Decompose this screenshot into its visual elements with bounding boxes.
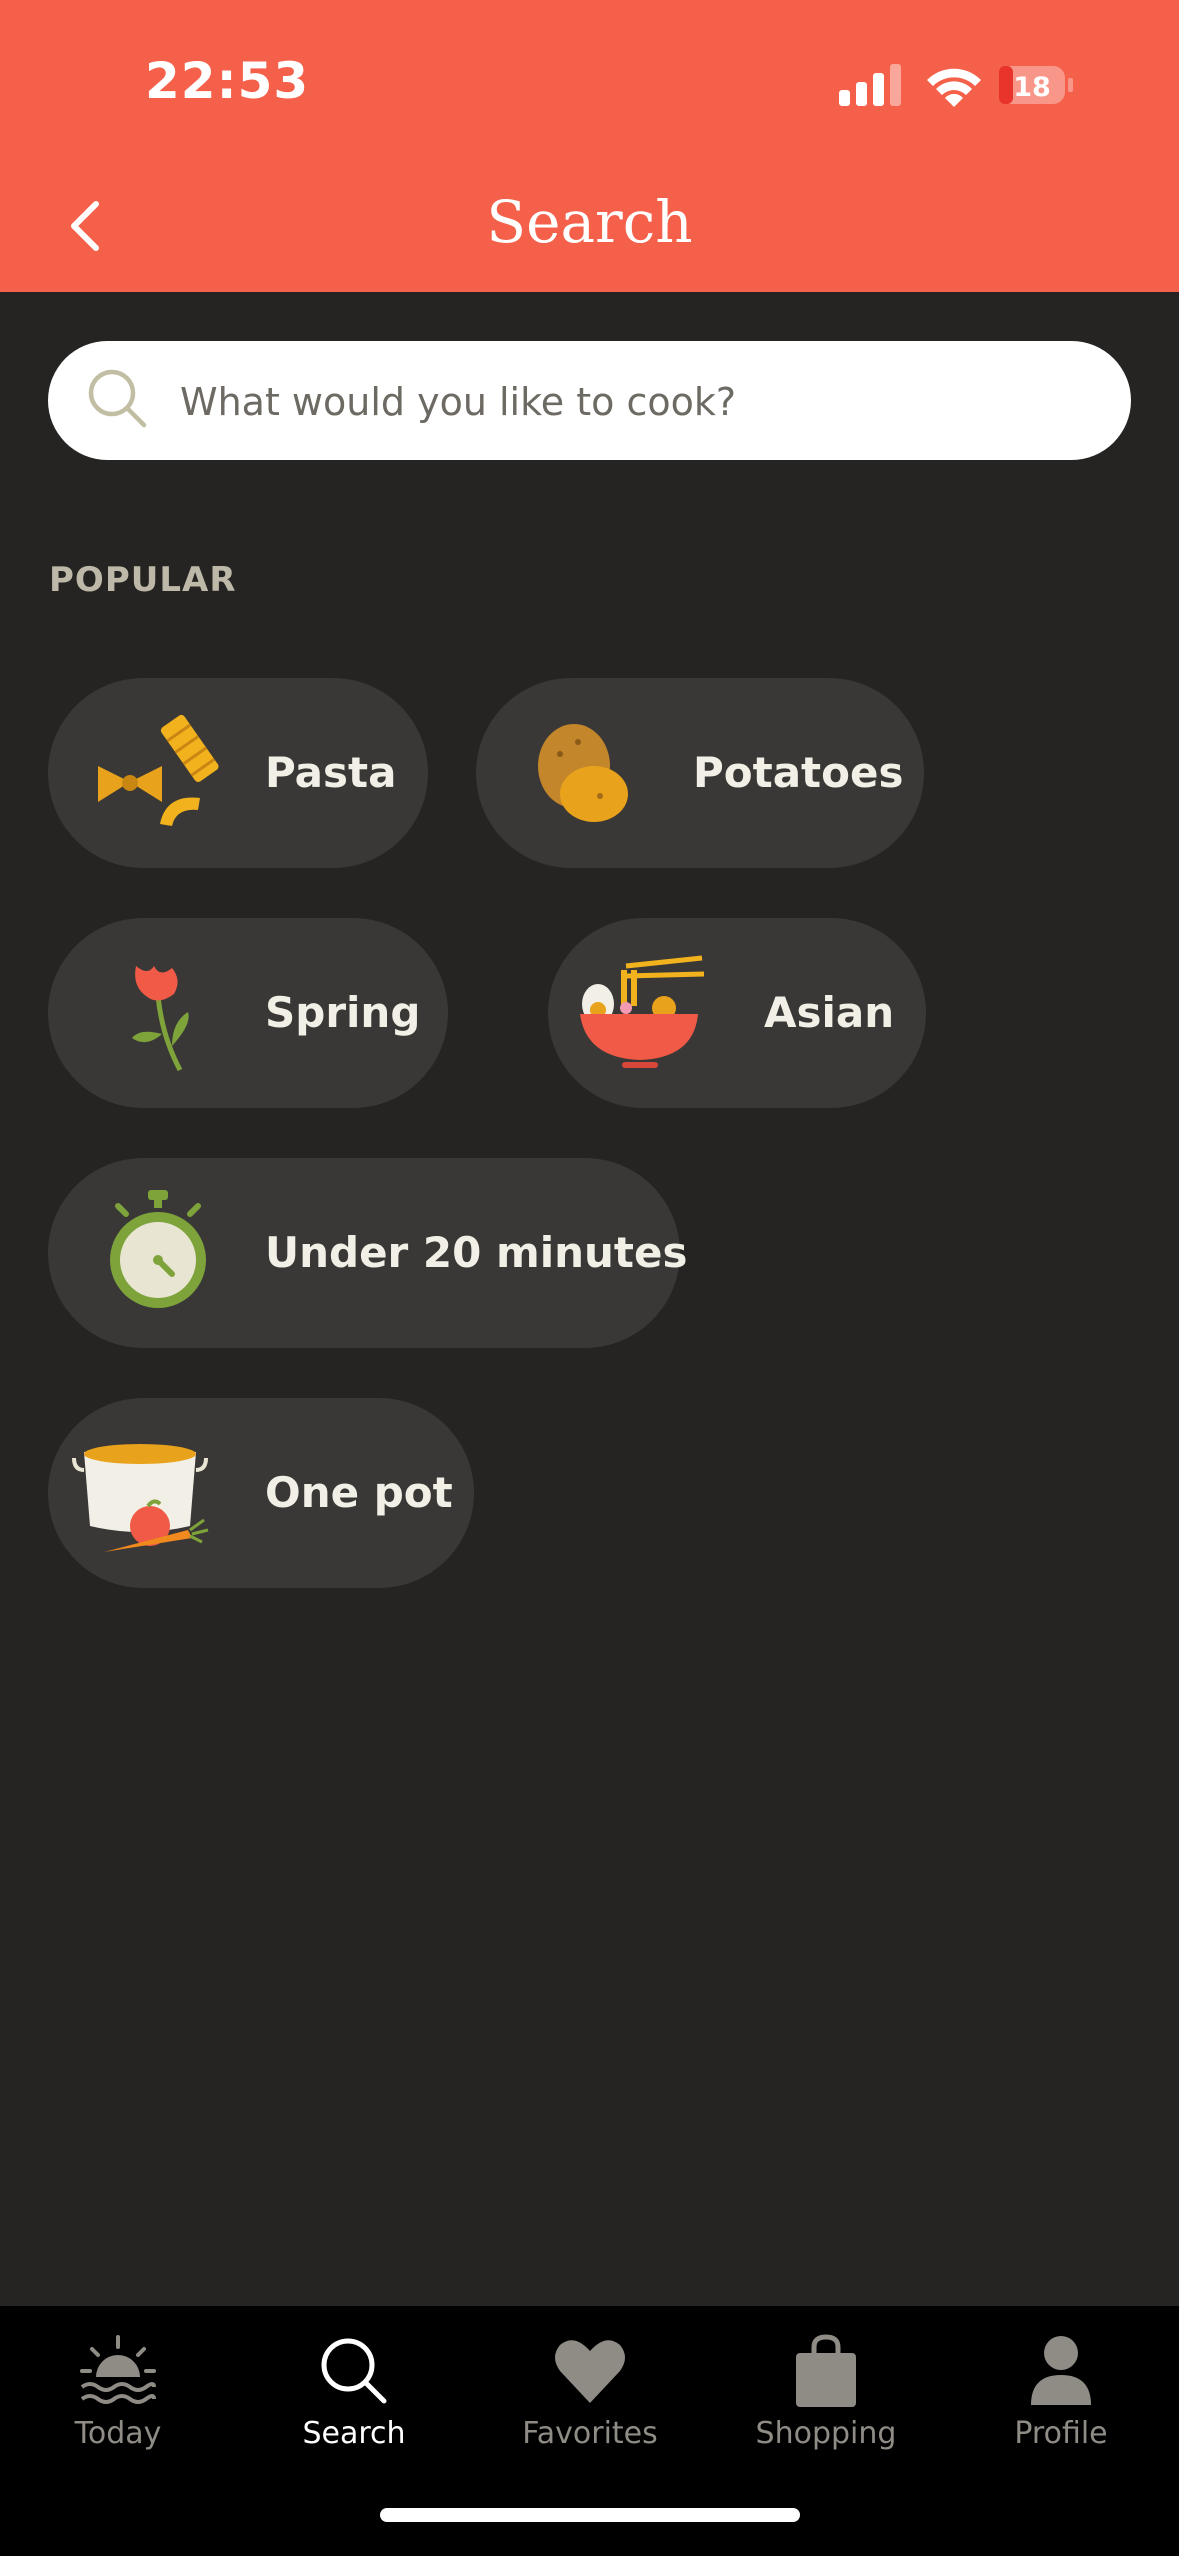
page-title: Search <box>486 188 693 256</box>
tab-label: Search <box>302 2416 406 2451</box>
chip-pasta[interactable]: Pasta <box>48 678 428 868</box>
home-indicator <box>380 2508 800 2522</box>
tab-search[interactable]: Search <box>236 2306 472 2476</box>
chip-label: Asian <box>764 988 895 1037</box>
chip-label: Pasta <box>265 748 397 797</box>
chip-label: Under 20 minutes <box>265 1228 688 1277</box>
chip-label: Potatoes <box>693 748 904 797</box>
tab-favorites[interactable]: Favorites <box>472 2306 708 2476</box>
chip-one-pot[interactable]: One pot <box>48 1398 474 1588</box>
tab-label: Today <box>74 2416 162 2451</box>
potato-icon <box>538 724 628 822</box>
tab-profile[interactable]: Profile <box>943 2306 1179 2476</box>
tab-shopping[interactable]: Shopping <box>708 2306 944 2476</box>
tab-label: Favorites <box>522 2416 658 2451</box>
battery-icon: 18 <box>999 66 1073 104</box>
chip-potatoes[interactable]: Potatoes <box>476 678 924 868</box>
tab-label: Profile <box>1014 2416 1108 2451</box>
search-bar[interactable] <box>48 341 1131 462</box>
battery-level: 18 <box>1013 72 1051 103</box>
chip-label: Spring <box>265 988 421 1037</box>
pot-icon <box>72 1444 209 1552</box>
noodle-bowl-icon <box>580 955 705 1068</box>
wifi-icon <box>927 68 981 107</box>
pasta-icon <box>98 714 219 826</box>
tab-label: Shopping <box>755 2416 897 2451</box>
heart-icon <box>555 2340 625 2403</box>
popular-section-label: POPULAR <box>49 560 237 600</box>
stopwatch-icon <box>110 1190 206 1308</box>
status-time: 22:53 <box>145 52 310 110</box>
search-input[interactable] <box>178 341 1082 462</box>
chip-under-20-minutes[interactable]: Under 20 minutes <box>48 1158 687 1348</box>
chip-label: One pot <box>265 1468 453 1517</box>
chip-spring[interactable]: Spring <box>48 918 448 1108</box>
person-icon <box>1031 2336 1091 2405</box>
shopping-bag-icon <box>796 2334 856 2407</box>
status-icons: 18 <box>839 64 1073 107</box>
search-icon <box>88 369 147 428</box>
search-icon <box>321 2338 387 2404</box>
flower-icon <box>132 966 189 1072</box>
cellular-signal-icon <box>839 64 901 106</box>
tab-today[interactable]: Today <box>0 2306 236 2476</box>
header: 22:53 18 Search <box>0 0 1179 292</box>
sunrise-icon <box>80 2335 156 2404</box>
chip-asian[interactable]: Asian <box>548 918 926 1108</box>
